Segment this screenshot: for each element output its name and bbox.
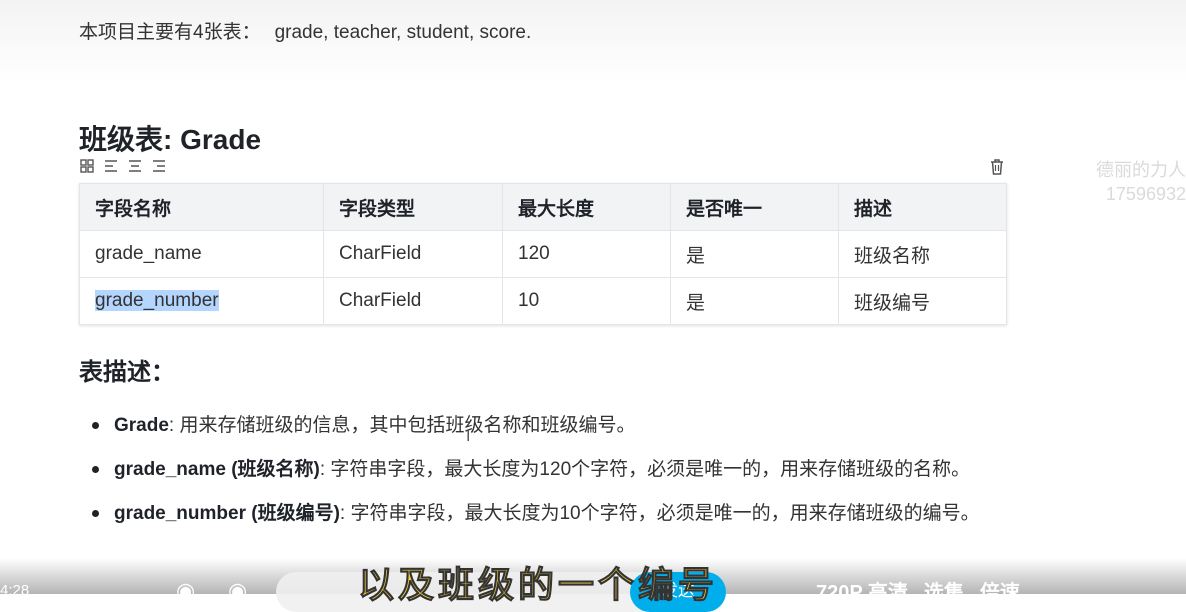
header-field-name: 字段名称: [79, 183, 324, 231]
table-row: grade_name CharField 120 是 班级名称: [79, 230, 1007, 278]
table-header-row: 字段名称 字段类型 最大长度 是否唯一 描述: [79, 183, 1007, 231]
header-description: 描述: [838, 183, 1007, 231]
section-title: 班级表: Grade: [79, 124, 262, 155]
list-item-text: : 用来存储班级的信息，其中包括班级名称和班级编号。: [168, 415, 636, 436]
table-row: grade_number CharField 10 是 班级编号: [79, 277, 1007, 325]
grid-icon[interactable]: [79, 158, 95, 174]
table-cell[interactable]: grade_name: [79, 230, 324, 278]
video-subtitle: 以及班级的一个编号: [357, 564, 719, 606]
align-left-icon[interactable]: [103, 158, 119, 174]
trash-icon[interactable]: [989, 158, 1007, 176]
intro-line: 本项目主要有4张表： grade, teacher, student, score…: [79, 17, 531, 44]
list-item: grade_name (班级名称): 字符串字段，最大长度为120个字符，必须是…: [92, 454, 1012, 485]
list-item-term: Grade: [114, 415, 169, 436]
list-item: grade_number (班级编号): 字符串字段，最大长度为10个字符，必须…: [92, 498, 1012, 529]
playback-time: 4:28: [0, 582, 30, 594]
list-item-term: grade_number (班级编号): [114, 503, 340, 524]
watermark-line1: 德丽的力人: [1096, 160, 1186, 180]
selected-text[interactable]: grade_number: [95, 290, 219, 311]
table-cell[interactable]: 班级名称: [838, 230, 1007, 278]
fields-table: 字段名称 字段类型 最大长度 是否唯一 描述 grade_name CharFi…: [79, 183, 1007, 325]
intro-tables: grade, teacher, student, score.: [274, 22, 532, 43]
table-cell[interactable]: grade_number: [79, 277, 324, 325]
list-item: Grade: 用来存储班级的信息，其中包括班级名称和班级编号。: [92, 410, 1012, 441]
table-cell[interactable]: 班级编号: [838, 277, 1007, 325]
align-right-icon[interactable]: [151, 158, 167, 174]
header-max-length: 最大长度: [502, 183, 671, 231]
header-field-type: 字段类型: [323, 183, 503, 231]
table-cell[interactable]: 120: [502, 230, 671, 278]
table-toolbar: [79, 158, 167, 174]
danmaku-settings-icon[interactable]: ◉: [228, 578, 247, 594]
intro-prefix: 本项目主要有4张表：: [79, 22, 261, 43]
table-cell[interactable]: CharField: [323, 230, 503, 278]
player-controls-right: 720P 高清 选集 倍速: [816, 576, 1036, 605]
text-cursor-icon: I: [466, 428, 471, 445]
table-cell[interactable]: 10: [502, 277, 671, 325]
align-center-icon[interactable]: [127, 158, 143, 174]
table-cell[interactable]: CharField: [323, 277, 503, 325]
watermark-line2: 17596932: [1105, 184, 1186, 204]
description-list: Grade: 用来存储班级的信息，其中包括班级名称和班级编号。 grade_na…: [92, 410, 1012, 542]
table-cell[interactable]: 是: [670, 277, 839, 325]
speed-button[interactable]: 倍速: [980, 582, 1020, 604]
list-item-text: : 字符串字段，最大长度为120个字符，必须是唯一的，用来存储班级的名称。: [319, 459, 971, 480]
episodes-button[interactable]: 选集: [924, 582, 964, 604]
watermark: 德丽的力人 17596932: [1080, 158, 1186, 206]
danmaku-toggle-icon[interactable]: ◉: [176, 578, 195, 594]
list-item-term: grade_name (班级名称): [114, 459, 320, 480]
description-title: 表描述：: [79, 359, 175, 386]
quality-button[interactable]: 720P 高清: [816, 582, 908, 604]
header-unique: 是否唯一: [670, 183, 839, 231]
table-cell[interactable]: 是: [670, 230, 839, 278]
list-item-text: : 字符串字段，最大长度为10个字符，必须是唯一的，用来存储班级的编号。: [339, 503, 980, 524]
